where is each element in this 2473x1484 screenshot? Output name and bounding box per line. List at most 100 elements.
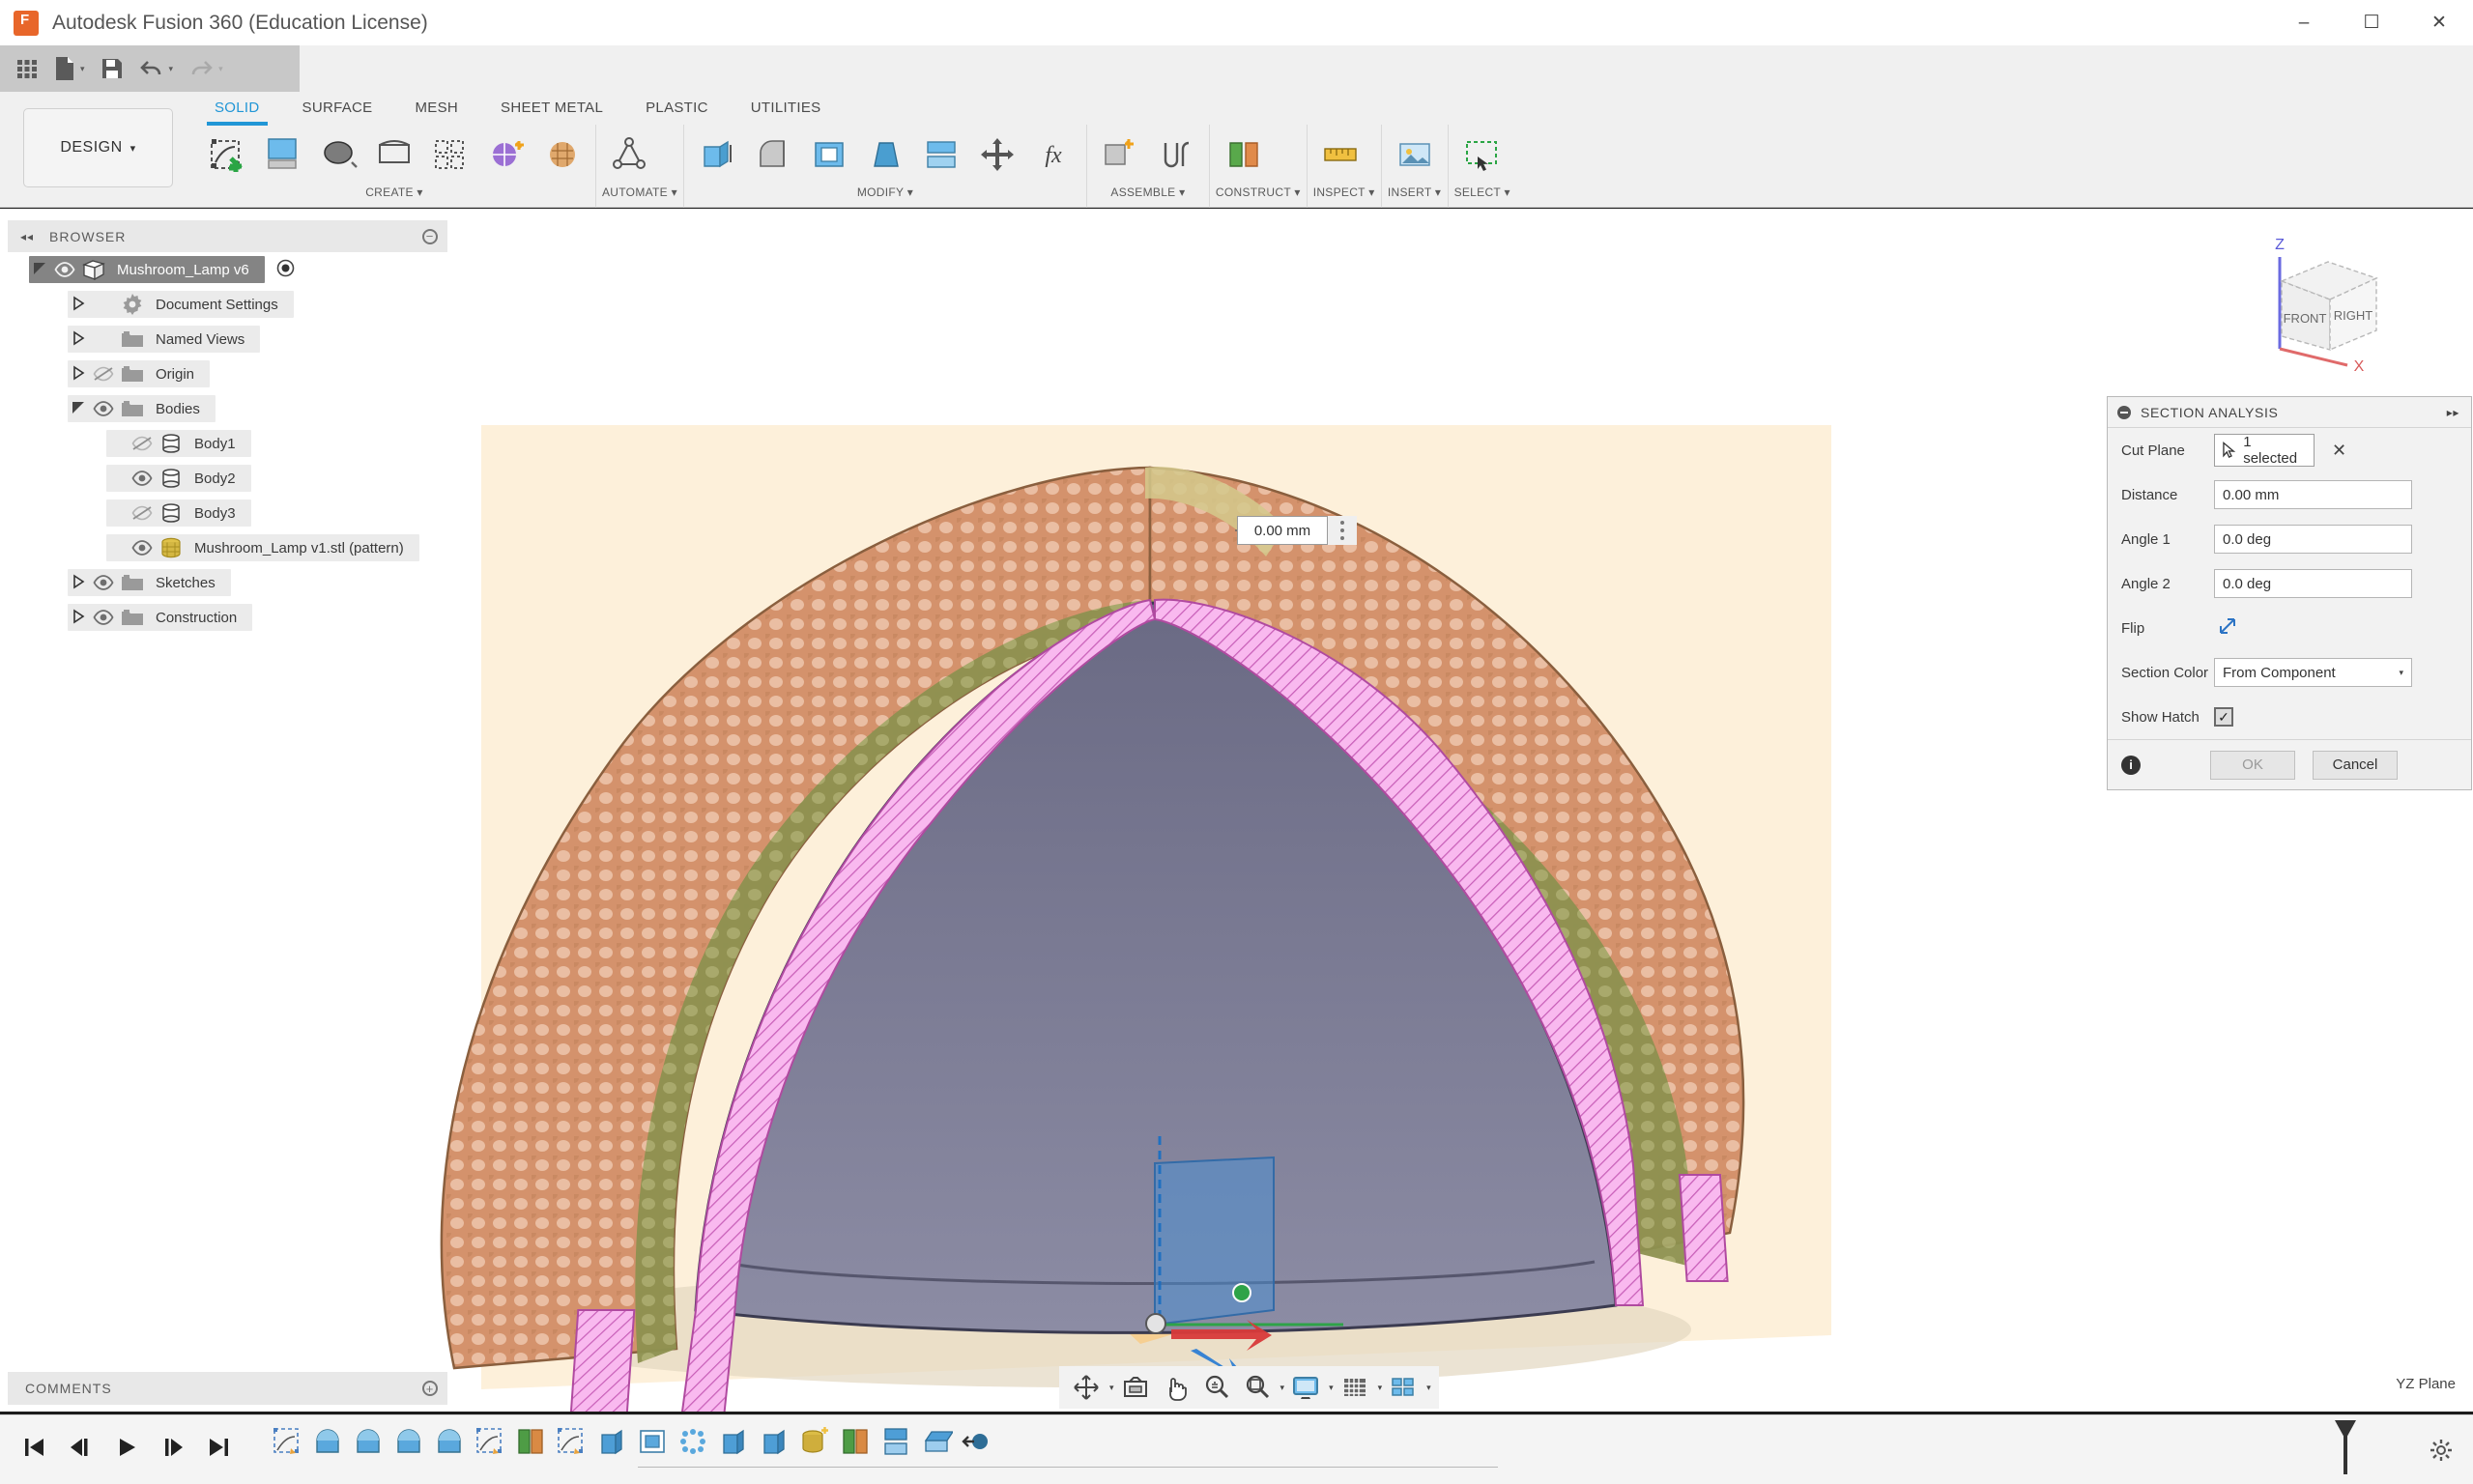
- workspace-switcher-button[interactable]: DESIGN ▾: [23, 108, 173, 187]
- radio-icon[interactable]: [276, 259, 295, 281]
- tree-row-body[interactable]: Construction: [68, 604, 252, 631]
- undo-icon[interactable]: ▾: [139, 58, 174, 79]
- zoom-button[interactable]: [1197, 1370, 1236, 1405]
- timeline-feature-combine[interactable]: [916, 1420, 957, 1463]
- ribbon-group-create-label[interactable]: CREATE ▾: [199, 183, 589, 199]
- timeline-feature-move[interactable]: [957, 1420, 997, 1463]
- create-extrude-button[interactable]: [255, 128, 309, 183]
- tree-row-body[interactable]: Mushroom_Lamp v1.stl (pattern): [106, 534, 419, 561]
- timeline-feature-sketch[interactable]: [470, 1420, 510, 1463]
- timeline-feature-extrude[interactable]: [591, 1420, 632, 1463]
- timeline-feature-revolve[interactable]: [429, 1420, 470, 1463]
- eye-visible-icon[interactable]: [89, 401, 118, 416]
- step-back-button[interactable]: [68, 1435, 93, 1465]
- construct-offset-plane-button[interactable]: [1216, 128, 1270, 183]
- create-sweep-button[interactable]: [367, 128, 421, 183]
- inspect-measure-button[interactable]: [1313, 128, 1367, 183]
- cut-plane-selection-button[interactable]: 1 selected: [2214, 434, 2315, 467]
- triangle-expanded-icon[interactable]: [68, 400, 89, 418]
- modify-press-pull-button[interactable]: [690, 128, 744, 183]
- browser-tree-item[interactable]: Mushroom_Lamp v1.stl (pattern): [8, 530, 447, 565]
- eye-visible-icon[interactable]: [89, 575, 118, 590]
- assemble-new-component-button[interactable]: [1093, 128, 1147, 183]
- display-settings-caret-icon[interactable]: ▾: [1329, 1383, 1334, 1393]
- ribbon-group-inspect-label[interactable]: INSPECT ▾: [1313, 183, 1375, 199]
- grid-snap-caret-icon[interactable]: ▾: [1378, 1383, 1383, 1393]
- browser-tree-item[interactable]: Construction: [8, 600, 447, 635]
- tree-row-body[interactable]: Body3: [106, 499, 251, 527]
- triangle-collapsed-icon[interactable]: [68, 330, 89, 349]
- go-to-beginning-button[interactable]: [21, 1435, 46, 1465]
- close-button[interactable]: ✕: [2405, 0, 2473, 45]
- timeline-feature-shell[interactable]: [632, 1420, 673, 1463]
- browser-tree-item[interactable]: Body3: [8, 496, 447, 530]
- grid-snap-button[interactable]: [1336, 1370, 1374, 1405]
- dimension-value-input[interactable]: 0.00 mm: [1237, 516, 1328, 545]
- timeline-feature-revolve[interactable]: [388, 1420, 429, 1463]
- tab-mesh[interactable]: MESH: [393, 94, 479, 122]
- triangle-collapsed-icon[interactable]: [68, 365, 89, 384]
- timeline-feature-split[interactable]: [876, 1420, 916, 1463]
- eye-visible-icon[interactable]: [50, 262, 79, 277]
- timeline-feature-surface[interactable]: [510, 1420, 551, 1463]
- display-settings-button[interactable]: [1286, 1370, 1325, 1405]
- browser-tree-item[interactable]: Mushroom_Lamp v6: [8, 252, 447, 287]
- look-at-button[interactable]: [1116, 1370, 1155, 1405]
- redo-caret[interactable]: ▾: [218, 64, 223, 74]
- save-icon[interactable]: [101, 57, 124, 80]
- ribbon-group-select-label[interactable]: SELECT ▾: [1454, 183, 1510, 199]
- section-analysis-dialog[interactable]: SECTION ANALYSIS ▸▸ Cut Plane 1 selected…: [2107, 396, 2472, 790]
- viewports-caret-icon[interactable]: ▾: [1426, 1383, 1431, 1393]
- eye-hidden-icon[interactable]: [89, 366, 118, 382]
- minimize-button[interactable]: –: [2270, 0, 2338, 45]
- info-icon[interactable]: i: [2121, 756, 2141, 775]
- flip-arrow-icon[interactable]: [2214, 613, 2241, 643]
- fit-caret-icon[interactable]: ▾: [1280, 1383, 1285, 1393]
- comments-add-icon[interactable]: +: [422, 1381, 438, 1396]
- browser-tree-item[interactable]: Bodies: [8, 391, 447, 426]
- timeline-feature-revolve[interactable]: [348, 1420, 388, 1463]
- create-revolve-button[interactable]: [311, 128, 365, 183]
- browser-tree-item[interactable]: Body2: [8, 461, 447, 496]
- eye-hidden-icon[interactable]: [128, 436, 157, 451]
- timeline-feature-sketch[interactable]: [267, 1420, 307, 1463]
- ribbon-group-construct-label[interactable]: CONSTRUCT ▾: [1216, 183, 1301, 199]
- insert-decal-button[interactable]: [1388, 128, 1442, 183]
- tree-row-body[interactable]: Document Settings: [68, 291, 294, 318]
- automate-generative-design-button[interactable]: [602, 128, 656, 183]
- select-window-selection-button[interactable]: [1454, 128, 1509, 183]
- maximize-button[interactable]: ☐: [2338, 0, 2405, 45]
- browser-tree-item[interactable]: Sketches: [8, 565, 447, 600]
- show-hatch-checkbox[interactable]: ✓: [2214, 707, 2233, 727]
- cut-plane-clear-button[interactable]: ✕: [2332, 441, 2346, 461]
- app-grid-icon[interactable]: [15, 57, 39, 80]
- triangle-collapsed-icon[interactable]: [68, 574, 89, 592]
- tree-row-body[interactable]: Bodies: [68, 395, 216, 422]
- more-options-icon[interactable]: [1328, 516, 1357, 545]
- orbit-button[interactable]: [1067, 1370, 1106, 1405]
- new-document-icon[interactable]: ▾: [54, 56, 85, 81]
- tree-row-body[interactable]: Sketches: [68, 569, 231, 596]
- browser-tree-item[interactable]: Origin: [8, 357, 447, 391]
- ribbon-group-assemble-label[interactable]: ASSEMBLE ▾: [1093, 183, 1203, 199]
- browser-collapse-icon[interactable]: ◂◂: [20, 230, 34, 243]
- ribbon-group-automate-label[interactable]: AUTOMATE ▾: [602, 183, 677, 199]
- browser-add-icon[interactable]: −: [422, 229, 438, 244]
- timeline-feature-surface[interactable]: [835, 1420, 876, 1463]
- distance-input[interactable]: 0.00 mm: [2214, 480, 2412, 509]
- tab-utilities[interactable]: UTILITIES: [730, 94, 843, 122]
- timeline-feature-pattern[interactable]: [673, 1420, 713, 1463]
- timeline-playhead[interactable]: [2344, 1420, 2347, 1474]
- timeline-feature-revolve[interactable]: [307, 1420, 348, 1463]
- tab-solid[interactable]: SOLID: [193, 94, 281, 122]
- timeline-feature-mesh[interactable]: [794, 1420, 835, 1463]
- minus-circle-icon[interactable]: [2117, 406, 2131, 419]
- eye-hidden-icon[interactable]: [128, 505, 157, 521]
- modify-move-copy-button[interactable]: [970, 128, 1024, 183]
- browser-tree-item[interactable]: Named Views: [8, 322, 447, 357]
- pan-button[interactable]: [1157, 1370, 1195, 1405]
- modify-fillet-button[interactable]: [746, 128, 800, 183]
- go-to-end-button[interactable]: [207, 1435, 232, 1465]
- ribbon-group-modify-label[interactable]: MODIFY ▾: [690, 183, 1080, 199]
- tree-row-body[interactable]: Named Views: [68, 326, 260, 353]
